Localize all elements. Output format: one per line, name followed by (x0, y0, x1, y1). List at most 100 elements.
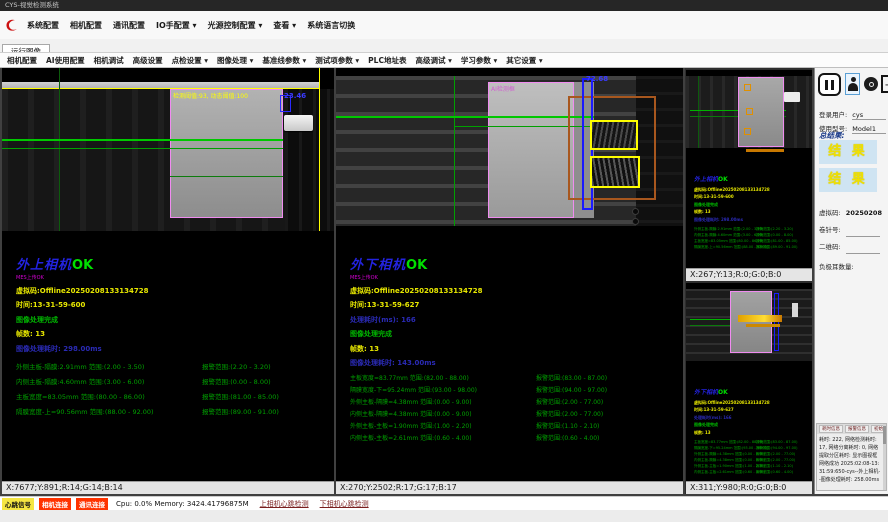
tab-count-row: 负极耳数量: (819, 254, 854, 273)
qr-code-value[interactable] (846, 234, 880, 254)
app-logo-icon (4, 18, 19, 33)
menu-io-config[interactable]: IO手配置 ▾ (156, 20, 197, 31)
measure-row: 外侧主板-隔膜=4.38mm 范围:(0.00 - 9.00)报警范围:(2.0… (350, 397, 679, 409)
blue-measure-value: 23.46 (284, 92, 306, 100)
tool-camera-config[interactable]: 相机配置 (7, 55, 37, 66)
frame-count-line: 帧数: 13 (694, 209, 808, 215)
camera-name: 外下相机 (350, 258, 406, 273)
result-ok-badge: OK (406, 258, 427, 273)
measure-row: 内侧主板-隔膜=4.38mm 范围:(0.00 - 9.00)报警范围:(2.0… (350, 409, 679, 421)
tool-plc-address-table[interactable]: PLC地址表 (368, 55, 406, 66)
measure-value: 外侧主板-隔膜=4.38mm 范围:(0.00 - 9.00) (350, 399, 472, 406)
mini-blue-bar (774, 293, 779, 351)
alarm-range: 报警范围:(1.10 - 2.10) (536, 421, 599, 430)
time-line: 时间:13-31-59-627 (350, 300, 679, 310)
log-scrollbar[interactable] (883, 424, 886, 490)
measure-row: 内侧主板-隔膜:4.60mm 范围:(3.00 - 6.00)报警范围:(0.0… (16, 376, 330, 391)
mini-white-detail (792, 303, 798, 317)
measure-value: 主板宽度=83.05mm 范围:(80.00 - 86.00) (16, 393, 145, 401)
menu-light-config[interactable]: 光源控制配置 ▾ (208, 20, 263, 31)
mini-green-vline (698, 76, 699, 148)
bolt-detail (632, 208, 639, 215)
tool-spot-check[interactable]: 点检设置 ▾ (172, 55, 208, 66)
measure-value: 外侧主板-隔膜:2.91mm 范围:(2.00 - 3.50) (694, 227, 763, 231)
exit-button[interactable]: ➜ (881, 75, 888, 93)
measure-row: 隔膜宽度-下=95.24mm 范围:(93.00 - 98.00)报警范围:(9… (694, 446, 808, 451)
upper-camera-image[interactable]: 23.46 检测阈值:93, 动态阈值:100 (2, 68, 334, 231)
menu-comm-config[interactable]: 通讯配置 (113, 20, 145, 31)
titlebar: CYS-视觉检测系统 (0, 0, 888, 11)
alarm-range: 报警范围:(0.60 - 4.00) (536, 433, 599, 442)
log-tab-alarm[interactable]: 报警信息 (845, 425, 869, 433)
tool-learning-params[interactable]: 学习参数 ▾ (461, 55, 497, 66)
mini-orange-mark (744, 128, 751, 135)
model-value[interactable]: Model1 (852, 125, 886, 134)
pause-button[interactable] (818, 73, 841, 96)
mini-panel-upper[interactable]: 外上相机OK 虚拟码:Offline20250208133134728 时间:1… (686, 70, 812, 281)
measure-value: 内侧主板-隔膜=4.38mm 范围:(0.00 - 9.00) (350, 411, 472, 418)
control-sidebar: ➜ 登录用户: cys 使用型号: Model1 总结果: 结 果 结 果 虚拟… (814, 68, 888, 494)
measure-row: 隔膜宽度-上=90.56mm 范围:(88.00 - 92.00)报警范围:(8… (16, 406, 330, 421)
measure-row: 隔膜宽度-上=90.56mm 范围:(88.00 - 92.00)报警范围:(8… (694, 245, 808, 250)
alarm-range: 报警范围:(2.00 - 77.00) (756, 452, 795, 457)
tool-test-params[interactable]: 测试项参数 ▾ (315, 55, 359, 66)
camera-panel-upper: 23.46 检测阈值:93, 动态阈值:100 外上相机OK MES上传OK 虚… (2, 68, 334, 494)
log-tab-timing[interactable]: 耗时信息 (819, 425, 843, 433)
lower-camera-image[interactable]: AI检测框 72.68 (336, 68, 683, 231)
menu-system-config[interactable]: 系统配置 (27, 20, 59, 31)
measure-row: 内侧主板-主板=2.61mm 范围:(0.60 - 4.00) 报警范围:(0.6… (350, 433, 679, 445)
user-login-button[interactable] (845, 73, 860, 95)
upper-camera-heartbeat-link[interactable]: 上相机心跳检测 (260, 499, 309, 509)
frame-count-line: 帧数: 13 (350, 344, 679, 354)
person-icon-body (848, 83, 858, 91)
pixel-coords-bar: X:7677;Y:891;R:14;G:14;B:14 (2, 481, 334, 494)
alarm-range: 报警范围:(94.00 - 97.00) (756, 446, 797, 451)
tool-camera-debug[interactable]: 相机调试 (94, 55, 124, 66)
proc-time-line: 处理耗时(ms): 166 (694, 415, 808, 421)
alarm-range: 报警范围:(0.60 - 4.00) (756, 470, 793, 475)
needle-label: 卷针号: (819, 226, 841, 234)
result-ok-badge: OK (72, 258, 93, 273)
mini-result-text: 外下相机OK 虚拟码:Offline20250208133134728 时间:1… (694, 379, 808, 475)
mini-panel-lower[interactable]: 外下相机OK 虚拟码:Offline20250208133134728 时间:1… (686, 283, 812, 494)
measure-row: 主板宽度=83.77mm 范围:(82.00 - 88.00)报警范围:(83.… (350, 373, 679, 385)
green-measure-line-3 (170, 176, 283, 177)
mini-orange-text-smear (746, 149, 784, 152)
pixel-coords-bar: X:270;Y:2502;R:17;G:17;B:17 (336, 481, 683, 494)
camera-panel-lower: AI检测框 72.68 外下相机OK MES上传OK 虚拟码:Offline20… (336, 68, 683, 494)
measure-row: 内侧主板-隔膜=4.38mm 范围:(0.00 - 9.00)报警范围:(2.0… (694, 458, 808, 463)
mini-result-text: 外上相机OK 虚拟码:Offline20250208133134728 时间:1… (694, 166, 808, 250)
mini-cell-roi (730, 291, 772, 353)
alarm-range: 报警范围:(1.10 - 2.10) (756, 464, 793, 469)
alarm-range: 报警范围:(0.00 - 8.00) (756, 233, 793, 238)
camera-connect-badge: 相机连接 (39, 498, 71, 510)
tool-advanced-settings[interactable]: 高级设置 (133, 55, 163, 66)
main-area: 23.46 检测阈值:93, 动态阈值:100 外上相机OK MES上传OK 虚… (0, 68, 888, 496)
menu-language-switch[interactable]: 系统语言切换 (307, 20, 355, 31)
tool-advanced-debug[interactable]: 高级调试 ▾ (415, 55, 451, 66)
measure-row: 外侧主板-隔膜:2.91mm 范围:(2.00 - 3.50)报警范围:(2.2… (694, 227, 808, 232)
measure-value: 内侧主板-隔膜:4.60mm 范围:(3.00 - 6.00) (16, 378, 144, 386)
menu-camera-config[interactable]: 相机配置 (70, 20, 102, 31)
menu-view[interactable]: 查看 ▾ (273, 20, 296, 31)
measure-row: 内侧主板-主板=2.61mm 范围:(0.60 - 4.00)报警范围:(0.6… (694, 470, 808, 475)
measure-value: 内侧主板-主板=2.61mm 范围:(0.60 - 4.00) (350, 435, 472, 442)
alarm-range: 报警范围:(2.20 - 3.20) (756, 227, 793, 232)
log-scrollbar-thumb[interactable] (883, 426, 886, 444)
tool-other-settings[interactable]: 其它设置 ▾ (506, 55, 542, 66)
alarm-range: 报警范围:(83.00 - 87.00) (536, 373, 607, 382)
alarm-range: 报警范围:(81.00 - 85.00) (756, 239, 797, 244)
status-bar: 心跳信号 相机连接 通讯连接 Cpu: 0.0% Memory: 3424.41… (0, 496, 888, 510)
virtual-code-line: 虚拟码:Offline20250208133134728 (16, 286, 330, 296)
tool-baseline-params[interactable]: 基准线参数 ▾ (262, 55, 306, 66)
tool-image-processing[interactable]: 图像处理 ▾ (217, 55, 253, 66)
lower-camera-heartbeat-link[interactable]: 下相机心跳检测 (320, 499, 369, 509)
virtual-code-line: 虚拟码:Offline20250208133134728 (350, 286, 679, 296)
tool-ai-usage-config[interactable]: AI使用配置 (46, 55, 85, 66)
cpu-memory-status: Cpu: 0.0% Memory: 3424.41796875M (116, 500, 249, 508)
log-tab-strip: 耗时信息 报警信息 初始化信息 (817, 424, 886, 434)
measure-row: 内侧主板-隔膜:4.60mm 范围:(3.00 - 6.00)报警范围:(0.0… (694, 233, 808, 238)
mini-orange-text-smear (746, 324, 780, 327)
settings-button[interactable] (864, 77, 878, 91)
processing-done-line: 图像处理完成 (694, 422, 808, 428)
